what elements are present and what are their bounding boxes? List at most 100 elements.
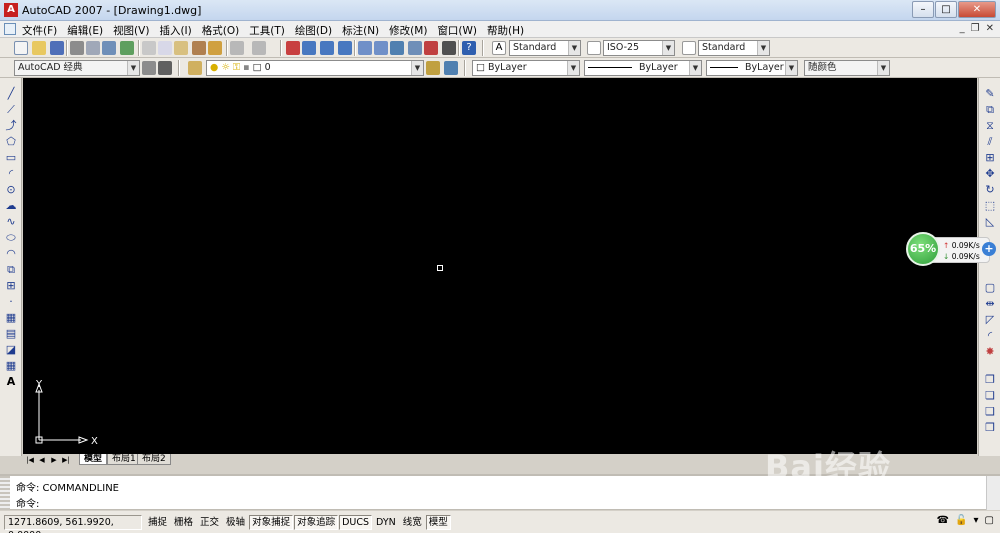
new-icon[interactable] bbox=[14, 41, 28, 55]
menu-insert[interactable]: 插入(I) bbox=[159, 23, 191, 38]
last-tab-icon[interactable]: ▶| bbox=[61, 455, 71, 465]
layer-manager-icon[interactable] bbox=[188, 61, 202, 75]
rotate-icon[interactable]: ↻ bbox=[983, 184, 997, 196]
hatch-icon[interactable]: ▦ bbox=[4, 312, 18, 324]
send-to-back-icon[interactable]: ❏ bbox=[983, 390, 997, 402]
plus-icon[interactable]: + bbox=[982, 242, 996, 256]
status-toggle-button[interactable]: 模型 bbox=[425, 515, 451, 530]
clean-screen-icon[interactable]: ▢ bbox=[985, 515, 994, 526]
doc-minimize-button[interactable]: _ bbox=[960, 23, 965, 34]
array-icon[interactable]: ⊞ bbox=[983, 152, 997, 164]
close-button[interactable]: ✕ bbox=[958, 1, 996, 18]
command-window-grip[interactable] bbox=[0, 476, 10, 510]
lock-icon[interactable]: 🔓 bbox=[955, 515, 967, 526]
menu-tools[interactable]: 工具(T) bbox=[249, 23, 285, 38]
polyline-icon[interactable]: ⤴ bbox=[4, 120, 18, 132]
pan-icon[interactable] bbox=[286, 41, 300, 55]
design-center-icon[interactable] bbox=[374, 41, 388, 55]
chevron-down-icon[interactable]: ▼ bbox=[785, 61, 797, 75]
multiline-text-icon[interactable]: A bbox=[4, 376, 18, 388]
erase-icon[interactable]: ✎ bbox=[983, 88, 997, 100]
region-icon[interactable]: ◪ bbox=[4, 344, 18, 356]
block-editor-icon[interactable] bbox=[208, 41, 222, 55]
status-menu-chevron-down-icon[interactable]: ▾ bbox=[974, 515, 979, 526]
doc-close-button[interactable]: ✕ bbox=[986, 23, 994, 34]
status-toggle-button[interactable]: 正交 bbox=[197, 515, 223, 530]
text-style-select[interactable]: Standard ▼ bbox=[509, 40, 581, 56]
fillet-icon[interactable]: ◜ bbox=[983, 330, 997, 342]
quickcalc-icon[interactable] bbox=[442, 41, 456, 55]
autocad-app-icon[interactable]: A bbox=[4, 3, 18, 17]
scale-icon[interactable]: ⬚ bbox=[983, 200, 997, 212]
tab-layout1[interactable]: 布局1 bbox=[107, 454, 141, 465]
linetype-control-select[interactable]: ByLayer ▼ bbox=[584, 60, 702, 76]
chevron-down-icon[interactable]: ▼ bbox=[689, 61, 701, 75]
circle-icon[interactable]: ⊙ bbox=[4, 184, 18, 196]
polygon-icon[interactable]: ⬠ bbox=[4, 136, 18, 148]
status-toggle-button[interactable]: 对象捕捉 bbox=[249, 515, 294, 530]
chevron-down-icon[interactable]: ▼ bbox=[127, 61, 139, 75]
publish-icon[interactable] bbox=[102, 41, 116, 55]
status-toggle-button[interactable]: 捕捉 bbox=[145, 515, 171, 530]
explode-icon[interactable]: ✸ bbox=[983, 346, 997, 358]
chamfer-icon[interactable]: ◸ bbox=[983, 314, 997, 326]
color-control-select[interactable]: □ ByLayer ▼ bbox=[472, 60, 580, 76]
arc-icon[interactable]: ◜ bbox=[4, 168, 18, 180]
table-style-select[interactable]: Standard ▼ bbox=[698, 40, 770, 56]
menu-window[interactable]: 窗口(W) bbox=[437, 23, 477, 38]
open-icon[interactable] bbox=[32, 41, 46, 55]
print-preview-icon[interactable] bbox=[86, 41, 100, 55]
gradient-icon[interactable]: ▤ bbox=[4, 328, 18, 340]
chevron-down-icon[interactable]: ▼ bbox=[411, 61, 423, 75]
bring-to-front-icon[interactable]: ❐ bbox=[983, 374, 997, 386]
minimize-button[interactable]: – bbox=[912, 1, 934, 18]
tool-palettes-icon[interactable] bbox=[390, 41, 404, 55]
previous-tab-icon[interactable]: ◀ bbox=[37, 455, 47, 465]
offset-icon[interactable]: ⫽ bbox=[983, 136, 997, 148]
menu-modify[interactable]: 修改(M) bbox=[389, 23, 427, 38]
command-scrollbar[interactable] bbox=[986, 476, 1000, 510]
zoom-window-icon[interactable] bbox=[320, 41, 334, 55]
point-icon[interactable]: · bbox=[4, 296, 18, 308]
document-icon[interactable] bbox=[4, 23, 16, 35]
table-style-icon[interactable] bbox=[682, 41, 696, 55]
drawing-canvas[interactable]: Y X bbox=[23, 78, 977, 454]
status-toggle-button[interactable]: 对象追踪 bbox=[294, 515, 339, 530]
tab-model[interactable]: 模型 bbox=[79, 454, 108, 465]
menu-file[interactable]: 文件(F) bbox=[22, 23, 57, 38]
redo-icon[interactable] bbox=[252, 41, 266, 55]
menu-draw[interactable]: 绘图(D) bbox=[295, 23, 332, 38]
status-toggle-button[interactable]: 极轴 bbox=[223, 515, 249, 530]
chevron-down-icon[interactable]: ▼ bbox=[877, 61, 889, 75]
help-icon[interactable]: ? bbox=[462, 41, 476, 55]
send-under-icon[interactable]: ❒ bbox=[983, 422, 997, 434]
memory-usage-indicator[interactable]: 65% bbox=[906, 232, 940, 266]
ellipse-arc-icon[interactable]: ◠ bbox=[4, 248, 18, 260]
stretch-icon[interactable]: ◺ bbox=[983, 216, 997, 228]
layer-select[interactable]: ● ☼ ⚿ ▪ □ 0 ▼ bbox=[206, 60, 424, 76]
insert-block-icon[interactable]: ⧉ bbox=[4, 264, 18, 276]
workspace-settings-icon[interactable] bbox=[142, 61, 156, 75]
network-speed-widget[interactable]: ↑ 0.09K/s ↓ 0.09K/s 65% + bbox=[906, 232, 996, 268]
workspace-select[interactable]: AutoCAD 经典 ▼ bbox=[14, 60, 140, 76]
properties-icon[interactable] bbox=[358, 41, 372, 55]
plot-style-select[interactable]: 随颜色 ▼ bbox=[804, 60, 890, 76]
status-toggle-button[interactable]: DYN bbox=[373, 515, 399, 530]
table-icon[interactable]: ▦ bbox=[4, 360, 18, 372]
rectangle-icon[interactable]: ▭ bbox=[4, 152, 18, 164]
zoom-previous-icon[interactable] bbox=[338, 41, 352, 55]
status-toggle-button[interactable]: DUCS bbox=[339, 515, 373, 530]
dimension-style-select[interactable]: ISO-25 ▼ bbox=[603, 40, 675, 56]
ellipse-icon[interactable]: ⬭ bbox=[4, 232, 18, 244]
construction-line-icon[interactable]: ⟋ bbox=[4, 104, 18, 116]
match-properties-icon[interactable] bbox=[192, 41, 206, 55]
make-block-icon[interactable]: ⊞ bbox=[4, 280, 18, 292]
spline-icon[interactable]: ∿ bbox=[4, 216, 18, 228]
command-prompt[interactable]: 命令: bbox=[16, 495, 39, 510]
join-icon[interactable]: ⇹ bbox=[983, 298, 997, 310]
lineweight-control-select[interactable]: ByLayer ▼ bbox=[706, 60, 798, 76]
chevron-down-icon[interactable]: ▼ bbox=[662, 41, 674, 55]
maximize-button[interactable]: □ bbox=[935, 1, 957, 18]
menu-dimension[interactable]: 标注(N) bbox=[342, 23, 379, 38]
doc-restore-button[interactable]: ❐ bbox=[971, 23, 980, 34]
